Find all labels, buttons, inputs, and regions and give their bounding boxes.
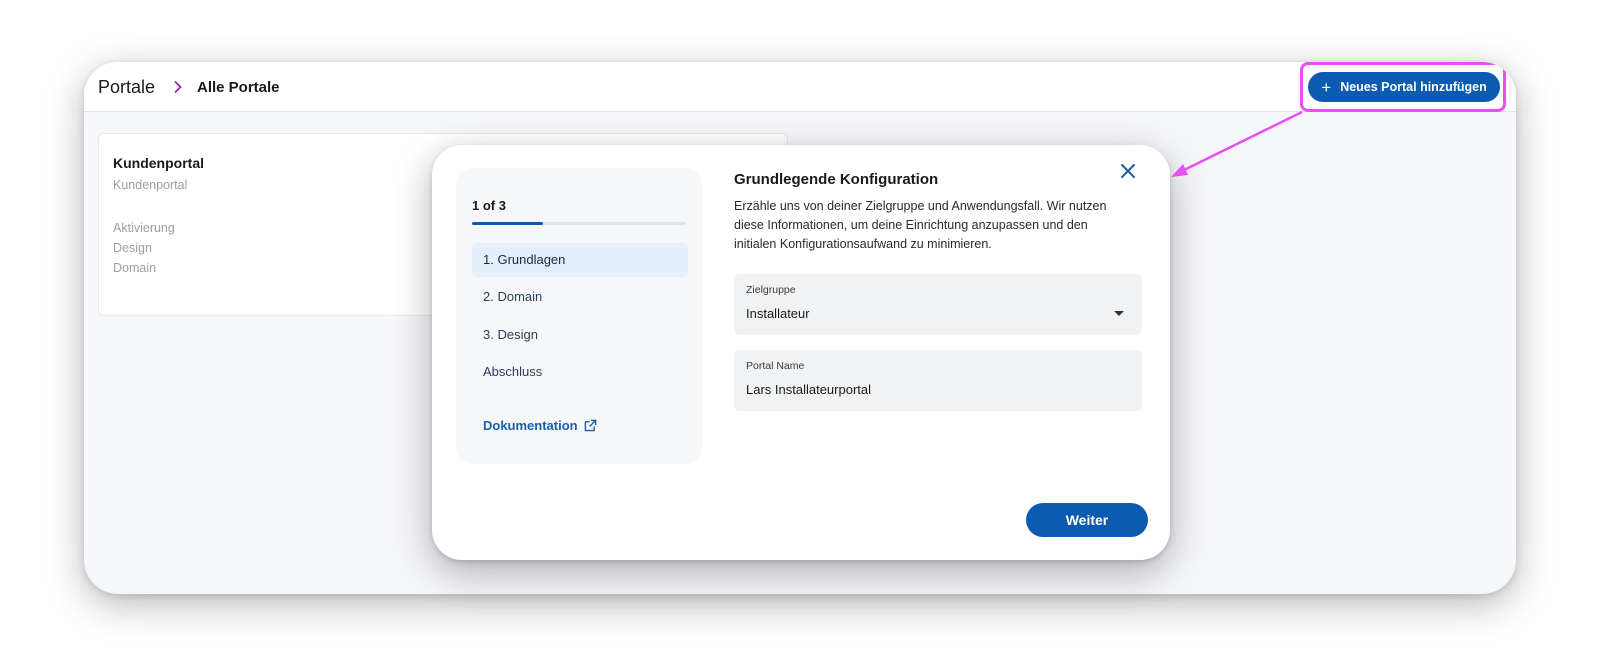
audience-value: Installateur bbox=[746, 306, 810, 321]
step-domain[interactable]: 2. Domain bbox=[472, 280, 688, 314]
card-link-domain[interactable]: Domain bbox=[113, 258, 175, 278]
card-link-design[interactable]: Design bbox=[113, 238, 175, 258]
top-bar: Portale Alle Portale + Neues Portal hinz… bbox=[84, 62, 1516, 112]
plus-icon: + bbox=[1321, 77, 1332, 97]
documentation-link[interactable]: Dokumentation bbox=[483, 418, 597, 433]
caret-down-icon bbox=[1114, 311, 1124, 316]
step-basics[interactable]: 1. Grundlagen bbox=[472, 243, 688, 277]
audience-label: Zielgruppe bbox=[746, 284, 796, 296]
portal-name-input[interactable] bbox=[746, 382, 1106, 397]
breadcrumb-current: Alle Portale bbox=[197, 79, 280, 96]
card-subtitle: Kundenportal bbox=[113, 178, 188, 192]
progress-track bbox=[472, 222, 686, 225]
chevron-right-icon bbox=[174, 81, 182, 93]
step-finish[interactable]: Abschluss bbox=[472, 355, 688, 389]
add-portal-button[interactable]: + Neues Portal hinzufügen bbox=[1308, 72, 1500, 102]
modal-title: Grundlegende Konfiguration bbox=[734, 171, 939, 188]
audience-select[interactable]: Zielgruppe Installateur bbox=[734, 274, 1142, 335]
documentation-label: Dokumentation bbox=[483, 418, 578, 433]
progress-fill bbox=[472, 222, 543, 225]
card-links: Aktivierung Design Domain bbox=[113, 218, 175, 278]
next-button[interactable]: Weiter bbox=[1026, 503, 1148, 537]
external-link-icon bbox=[584, 419, 596, 432]
modal-description: Erzähle uns von deiner Zielgruppe und An… bbox=[734, 199, 1107, 251]
step-counter: 1 of 3 bbox=[472, 198, 506, 213]
add-portal-label: Neues Portal hinzufügen bbox=[1340, 80, 1487, 94]
step-design[interactable]: 3. Design bbox=[472, 318, 688, 352]
card-link-activation[interactable]: Aktivierung bbox=[113, 218, 175, 238]
card-title: Kundenportal bbox=[113, 155, 204, 171]
setup-modal: 1 of 3 1. Grundlagen 2. Domain 3. Design… bbox=[432, 145, 1170, 560]
portal-name-label: Portal Name bbox=[746, 360, 805, 372]
close-icon[interactable] bbox=[1119, 162, 1137, 180]
breadcrumb-root[interactable]: Portale bbox=[98, 77, 155, 98]
portal-name-field[interactable]: Portal Name bbox=[734, 350, 1142, 411]
steps-panel: 1 of 3 1. Grundlagen 2. Domain 3. Design… bbox=[456, 168, 702, 464]
